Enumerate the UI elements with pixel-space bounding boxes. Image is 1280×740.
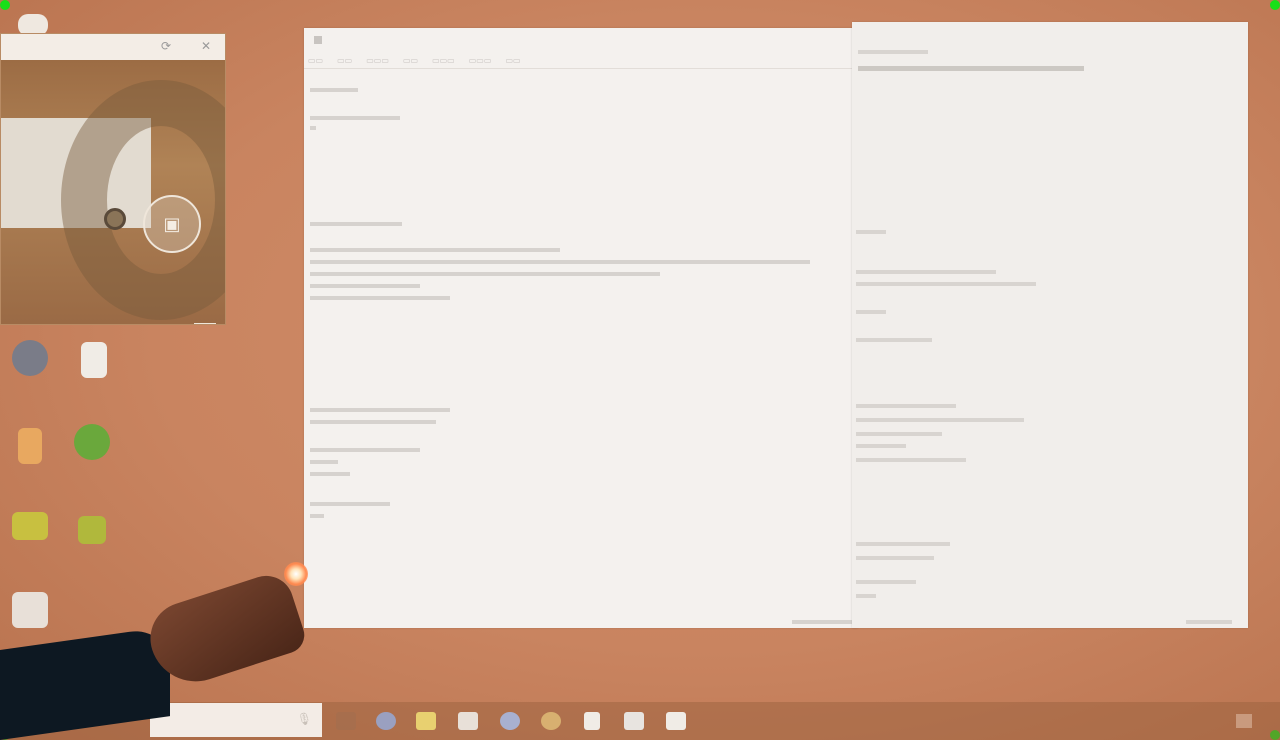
status-bar — [1186, 620, 1232, 624]
code-line — [856, 458, 966, 462]
code-line — [310, 296, 450, 300]
camera-viewfinder: ▣ — [1, 60, 225, 324]
microphone-icon[interactable]: 🎙 — [297, 712, 312, 726]
menu-bar[interactable]: ▭▭ ▭▭ ▭▭▭ ▭▭ ▭▭▭ ▭▭▭ ▭▭ — [308, 56, 521, 65]
status-bar — [792, 620, 852, 624]
notification-icon[interactable] — [1236, 714, 1252, 728]
menu-item[interactable]: ▭▭▭ — [432, 56, 455, 65]
code-line — [310, 222, 402, 226]
code-line — [856, 282, 1036, 286]
code-line — [310, 272, 660, 276]
menu-item[interactable]: ▭▭ — [403, 56, 418, 65]
restore-icon[interactable]: ⟳ — [161, 39, 171, 53]
window-icon[interactable] — [314, 36, 322, 44]
desktop-icon[interactable] — [0, 428, 60, 468]
menu-item[interactable]: ▭▭ — [308, 56, 323, 65]
code-line — [856, 310, 886, 314]
code-editor-window-right[interactable] — [852, 22, 1248, 628]
code-line — [310, 420, 436, 424]
app-icon — [78, 516, 106, 544]
code-line — [310, 116, 400, 120]
code-editor-window-left[interactable]: ▭▭ ▭▭ ▭▭▭ ▭▭ ▭▭▭ ▭▭▭ ▭▭ — [304, 28, 858, 628]
desktop-icon[interactable] — [0, 592, 60, 632]
code-line — [310, 514, 324, 518]
code-line — [310, 408, 450, 412]
switch-camera-icon[interactable] — [104, 208, 126, 230]
code-area[interactable] — [852, 82, 1248, 614]
media-icon[interactable] — [541, 712, 561, 730]
camera-app-window[interactable]: ⟳ ✕ ▣ — [0, 33, 226, 325]
code-line — [856, 404, 956, 408]
code-line — [310, 284, 420, 288]
file-explorer-icon[interactable] — [416, 712, 436, 730]
paint-icon[interactable] — [624, 712, 644, 730]
file-icon — [81, 342, 107, 378]
camera-icon[interactable] — [666, 712, 686, 730]
code-line — [856, 432, 942, 436]
image-icon — [12, 592, 48, 628]
code-line — [310, 448, 420, 452]
shutter-icon[interactable]: ▣ — [143, 195, 201, 253]
app-icon — [12, 340, 48, 376]
menu-item[interactable]: ▭▭▭ — [469, 56, 492, 65]
task-view-icon[interactable] — [336, 712, 356, 730]
folder-icon — [12, 512, 48, 540]
code-line — [856, 556, 934, 560]
menu-item[interactable]: ▭▭ — [505, 56, 520, 65]
code-line — [856, 580, 916, 584]
code-line — [310, 460, 338, 464]
menu-item[interactable]: ▭▭▭ — [366, 56, 389, 65]
code-line — [310, 502, 390, 506]
code-line — [856, 230, 886, 234]
gallery-icon[interactable] — [194, 323, 216, 324]
desktop-icon[interactable] — [62, 424, 122, 464]
desktop-icon[interactable] — [0, 512, 60, 544]
code-line — [856, 338, 932, 342]
menu-separator — [304, 68, 858, 69]
document-icon[interactable] — [584, 712, 600, 730]
laser-pointer-dot — [284, 562, 308, 586]
code-line — [310, 472, 350, 476]
close-icon[interactable]: ✕ — [201, 39, 211, 53]
desktop-icon[interactable] — [62, 516, 122, 548]
command-line[interactable] — [858, 66, 1084, 71]
code-line — [310, 248, 560, 252]
code-line — [856, 542, 950, 546]
calibration-marker-top-right — [1270, 0, 1280, 10]
camera-titlebar[interactable]: ⟳ ✕ — [1, 34, 225, 60]
menu-item[interactable]: ▭▭ — [337, 56, 352, 65]
document-icon — [18, 428, 42, 464]
code-line — [856, 418, 1024, 422]
code-area[interactable] — [304, 72, 858, 614]
settings-icon[interactable] — [500, 712, 520, 730]
code-line — [310, 88, 358, 92]
store-icon[interactable] — [458, 712, 478, 730]
desktop-icon[interactable] — [0, 340, 60, 380]
system-tray[interactable] — [1080, 716, 1200, 726]
code-line — [856, 594, 876, 598]
code-line — [856, 270, 996, 274]
browser-icon[interactable] — [376, 712, 396, 730]
viewfinder-overlay — [61, 80, 225, 320]
desktop-icon[interactable] — [64, 342, 124, 382]
code-line — [856, 444, 906, 448]
code-line — [310, 126, 316, 130]
taskbar-search-box[interactable]: 🎙 — [150, 703, 322, 737]
torrent-icon — [74, 424, 110, 460]
title-line — [858, 50, 928, 54]
calibration-marker-top-left — [0, 0, 10, 10]
code-line — [310, 260, 810, 264]
